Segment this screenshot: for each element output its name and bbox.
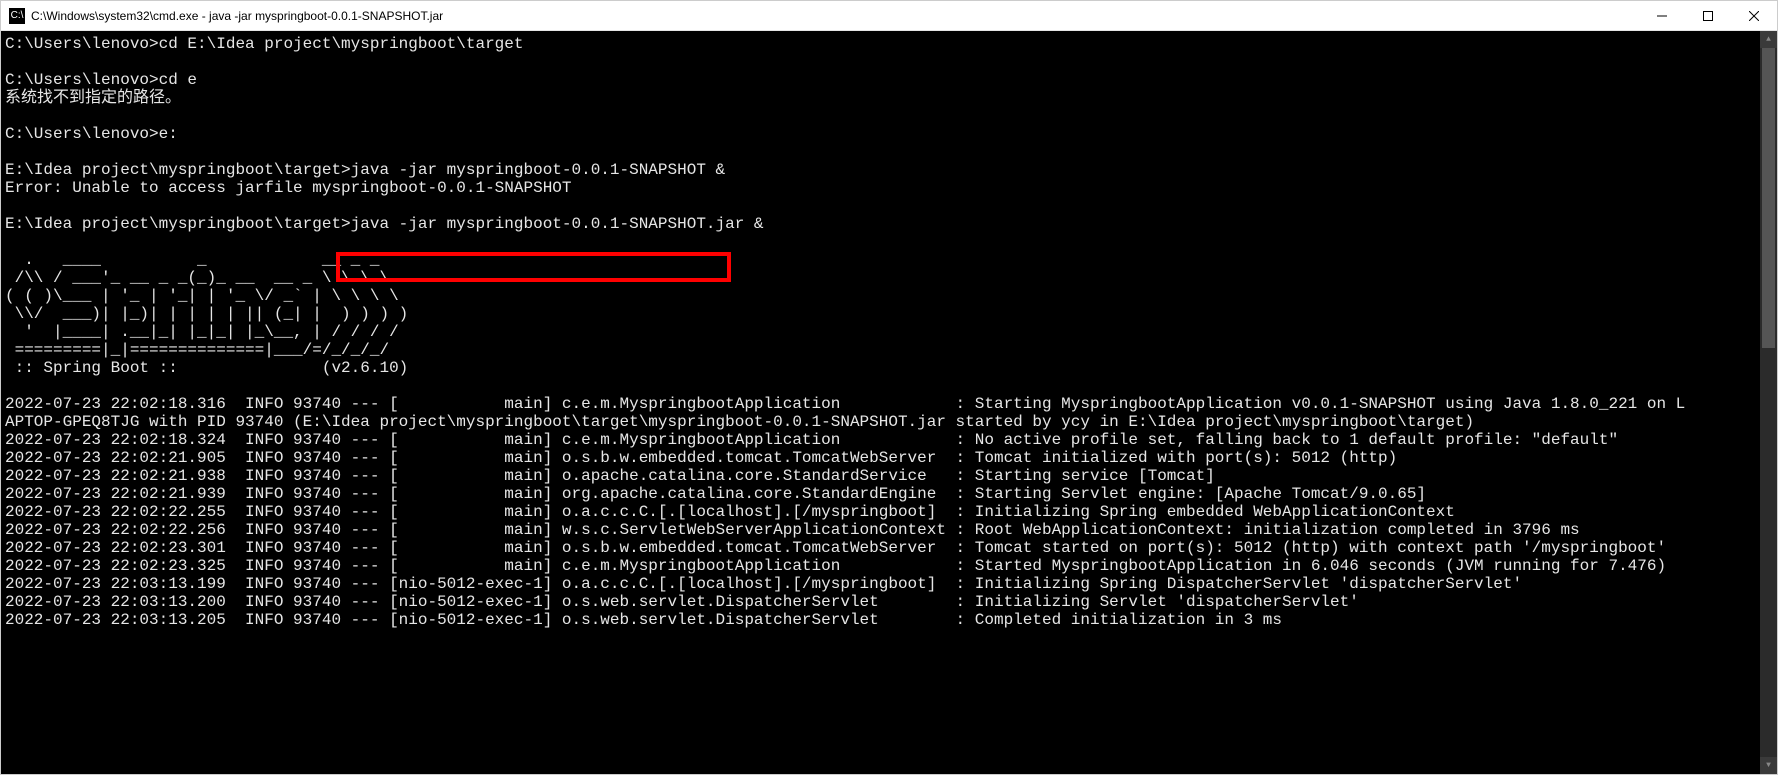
cmd-icon: C:\ <box>9 8 25 24</box>
scroll-up-button[interactable]: ▲ <box>1760 31 1777 48</box>
scrollbar[interactable]: ▲ ▼ <box>1760 31 1777 774</box>
scroll-track[interactable] <box>1760 48 1777 757</box>
cmd-window: C:\ C:\Windows\system32\cmd.exe - java -… <box>0 0 1778 775</box>
terminal-output[interactable]: C:\Users\lenovo>cd E:\Idea project\myspr… <box>1 31 1760 774</box>
scroll-down-button[interactable]: ▼ <box>1760 757 1777 774</box>
maximize-button[interactable] <box>1685 1 1731 31</box>
titlebar[interactable]: C:\ C:\Windows\system32\cmd.exe - java -… <box>1 1 1777 31</box>
window-title: C:\Windows\system32\cmd.exe - java -jar … <box>31 9 1639 23</box>
scroll-thumb[interactable] <box>1762 48 1775 348</box>
terminal-area: C:\Users\lenovo>cd E:\Idea project\myspr… <box>1 31 1777 774</box>
minimize-button[interactable] <box>1639 1 1685 31</box>
close-button[interactable] <box>1731 1 1777 31</box>
